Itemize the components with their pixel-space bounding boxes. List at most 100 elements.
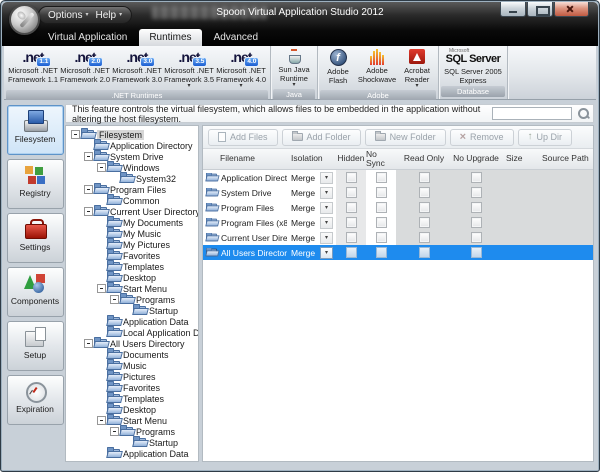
hidden-checkbox[interactable] bbox=[346, 187, 357, 198]
tree-item[interactable]: Startup bbox=[66, 437, 198, 448]
read-only-checkbox[interactable] bbox=[419, 202, 430, 213]
no-sync-checkbox[interactable] bbox=[376, 247, 387, 258]
up-dir-button[interactable]: ↑ Up Dir bbox=[518, 129, 573, 146]
tree-item[interactable]: Application Data bbox=[66, 316, 198, 327]
tree-item[interactable]: Application Data bbox=[66, 448, 198, 459]
read-only-checkbox[interactable] bbox=[419, 217, 430, 228]
no-sync-checkbox[interactable] bbox=[376, 172, 387, 183]
collapse-icon[interactable] bbox=[110, 295, 119, 304]
tab-virtual-application[interactable]: Virtual Application bbox=[38, 29, 137, 46]
tree-item[interactable]: Programs bbox=[66, 426, 198, 437]
column-header-no-upgrade[interactable]: No Upgrade bbox=[452, 149, 500, 169]
minimize-button[interactable] bbox=[500, 2, 526, 17]
tree-item[interactable]: My Documents bbox=[66, 217, 198, 228]
collapse-icon[interactable] bbox=[84, 339, 93, 348]
read-only-checkbox[interactable] bbox=[419, 172, 430, 183]
tab-advanced[interactable]: Advanced bbox=[204, 29, 268, 46]
column-header-isolation[interactable]: Isolation bbox=[287, 149, 336, 169]
tree-item[interactable]: Filesystem bbox=[66, 129, 198, 140]
collapse-icon[interactable] bbox=[110, 427, 119, 436]
no-sync-checkbox[interactable] bbox=[376, 187, 387, 198]
tab-runtimes[interactable]: Runtimes bbox=[139, 29, 201, 46]
tree-item[interactable]: Common bbox=[66, 195, 198, 206]
tree-item[interactable]: Startup bbox=[66, 305, 198, 316]
collapse-icon[interactable] bbox=[97, 163, 106, 172]
tree-item[interactable]: Start Menu bbox=[66, 283, 198, 294]
grid-row-selected[interactable]: All Users Directory Merge▾ bbox=[203, 245, 593, 260]
tree-item[interactable]: Music bbox=[66, 360, 198, 371]
no-upgrade-checkbox[interactable] bbox=[471, 172, 482, 183]
no-upgrade-checkbox[interactable] bbox=[471, 247, 482, 258]
sidebar-item-settings[interactable]: Settings bbox=[7, 213, 64, 263]
isolation-dropdown[interactable]: ▾ bbox=[320, 202, 333, 214]
sidebar-item-registry[interactable]: Registry bbox=[7, 159, 64, 209]
no-upgrade-checkbox[interactable] bbox=[471, 187, 482, 198]
help-menu-button[interactable]: Help ▾ bbox=[95, 10, 122, 21]
tree-item[interactable]: Favorites bbox=[66, 250, 198, 261]
collapse-icon[interactable] bbox=[84, 207, 93, 216]
adobe-flash-button[interactable]: f Adobe Flash bbox=[321, 48, 355, 89]
tree-item[interactable]: Programs bbox=[66, 294, 198, 305]
isolation-dropdown[interactable]: ▾ bbox=[320, 172, 333, 184]
no-sync-checkbox[interactable] bbox=[376, 217, 387, 228]
net-framework-1-1-button[interactable]: .net1.1 Microsoft .NET Framework 1.1 bbox=[7, 48, 59, 89]
column-header-read-only[interactable]: Read Only bbox=[396, 149, 452, 169]
tree-item[interactable]: Program Files bbox=[66, 184, 198, 195]
app-logo-icon[interactable] bbox=[9, 4, 40, 35]
search-icon[interactable] bbox=[577, 107, 588, 120]
add-folder-button[interactable]: Add Folder bbox=[282, 129, 361, 146]
tree-item[interactable]: System Drive bbox=[66, 151, 198, 162]
adobe-shockwave-button[interactable]: Adobe Shockwave bbox=[355, 48, 399, 89]
sidebar-item-components[interactable]: Components bbox=[7, 267, 64, 317]
no-upgrade-checkbox[interactable] bbox=[471, 217, 482, 228]
read-only-checkbox[interactable] bbox=[419, 187, 430, 198]
tree-item[interactable]: Start Menu bbox=[66, 415, 198, 426]
grid-row[interactable]: Program Files Merge▾ bbox=[203, 200, 593, 215]
column-header-source-path[interactable]: Source Path bbox=[538, 149, 593, 169]
sql-server-2005-button[interactable]: Microsoft SQL Server SQL Server 2005 Exp… bbox=[442, 48, 504, 85]
acrobat-reader-button[interactable]: Acrobat Reader ▾ bbox=[399, 48, 435, 89]
grid-row[interactable]: Program Files (x86) Merge▾ bbox=[203, 215, 593, 230]
tree-item[interactable]: Templates bbox=[66, 393, 198, 404]
tree-item[interactable]: Application Directory bbox=[66, 140, 198, 151]
hidden-checkbox[interactable] bbox=[346, 247, 357, 258]
tree-item[interactable]: My Pictures bbox=[66, 239, 198, 250]
hidden-checkbox[interactable] bbox=[346, 232, 357, 243]
no-upgrade-checkbox[interactable] bbox=[471, 202, 482, 213]
sidebar-item-expiration[interactable]: Expiration bbox=[7, 375, 64, 425]
sun-java-runtime-button[interactable]: Sun Java Runtime ▾ bbox=[274, 48, 314, 88]
collapse-icon[interactable] bbox=[84, 185, 93, 194]
tree-item[interactable]: Pictures bbox=[66, 371, 198, 382]
no-sync-checkbox[interactable] bbox=[376, 232, 387, 243]
tree-item[interactable]: Favorites bbox=[66, 382, 198, 393]
read-only-checkbox[interactable] bbox=[419, 232, 430, 243]
tree-item[interactable]: Local Application Data bbox=[66, 327, 198, 338]
tree-item[interactable]: Documents bbox=[66, 349, 198, 360]
collapse-icon[interactable] bbox=[84, 152, 93, 161]
isolation-dropdown[interactable]: ▾ bbox=[320, 187, 333, 199]
grid-row[interactable]: System Drive Merge▾ bbox=[203, 185, 593, 200]
search-input[interactable] bbox=[492, 107, 572, 120]
hidden-checkbox[interactable] bbox=[346, 172, 357, 183]
column-header-filename[interactable]: Filename bbox=[203, 149, 287, 169]
net-framework-3-0-button[interactable]: .net3.0 Microsoft .NET Framework 3.0 bbox=[111, 48, 163, 89]
tree-item[interactable]: Templates bbox=[66, 261, 198, 272]
grid-row[interactable]: Application Directory Merge▾ bbox=[203, 170, 593, 185]
no-sync-checkbox[interactable] bbox=[376, 202, 387, 213]
grid-row[interactable]: Current User Directory Merge▾ bbox=[203, 230, 593, 245]
tree-item[interactable]: My Music bbox=[66, 228, 198, 239]
read-only-checkbox[interactable] bbox=[419, 247, 430, 258]
collapse-icon[interactable] bbox=[97, 416, 106, 425]
maximize-button[interactable] bbox=[527, 2, 553, 17]
tree-item[interactable]: Desktop bbox=[66, 272, 198, 283]
isolation-dropdown[interactable]: ▾ bbox=[320, 217, 333, 229]
sidebar-item-setup[interactable]: Setup bbox=[7, 321, 64, 371]
net-framework-3-5-button[interactable]: .net3.5 Microsoft .NET Framework 3.5 ▾ bbox=[163, 48, 215, 89]
net-framework-4-0-button[interactable]: .net4.0 Microsoft .NET Framework 4.0 ▾ bbox=[215, 48, 267, 89]
tree-item[interactable]: Current User Directory bbox=[66, 206, 198, 217]
close-button[interactable] bbox=[554, 2, 589, 17]
new-folder-button[interactable]: New Folder bbox=[365, 129, 446, 146]
column-header-no-sync[interactable]: No Sync bbox=[366, 149, 396, 169]
net-framework-2-0-button[interactable]: .net2.0 Microsoft .NET Framework 2.0 bbox=[59, 48, 111, 89]
add-files-button[interactable]: Add Files bbox=[208, 129, 278, 146]
